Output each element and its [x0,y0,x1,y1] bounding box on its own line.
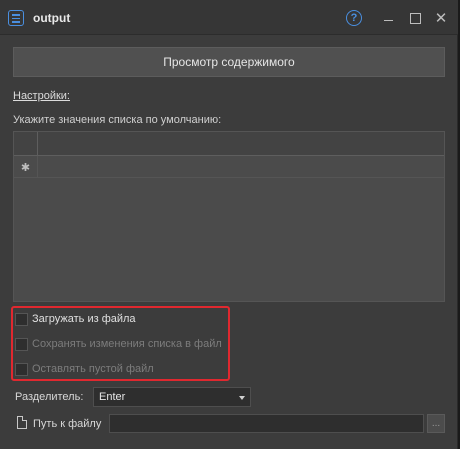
list-header [14,132,444,156]
list-header-corner [14,132,38,156]
browse-button[interactable]: ... [427,414,445,433]
title-bar[interactable]: output ? ✕ [0,0,458,35]
checkbox-box[interactable] [15,312,28,326]
checkbox-box [15,337,28,351]
checkbox-label: Оставлять пустой файл [32,363,154,375]
default-values-label: Укажите значения списка по умолчанию: [13,114,222,126]
file-path-label: Путь к файлу [33,418,102,430]
settings-link[interactable]: Настройки: [13,90,70,102]
checkbox-box [15,362,28,376]
list-new-row[interactable]: ✱ [14,156,444,178]
preview-content-button[interactable]: Просмотр содержимого [13,47,445,77]
file-icon [17,416,27,429]
load-from-file-checkbox[interactable]: Загружать из файла [15,310,136,328]
minimize-button[interactable] [379,9,397,27]
separator-label: Разделитель: [15,391,84,403]
new-row-asterisk-icon: ✱ [14,156,38,178]
checkbox-label: Загружать из файла [32,313,136,325]
list-app-icon [8,10,24,26]
chevron-down-icon [239,396,245,400]
save-list-changes-checkbox: Сохранять изменения списка в файл [15,335,222,353]
help-icon[interactable]: ? [346,10,362,26]
close-button[interactable]: ✕ [432,9,450,27]
checkbox-label: Сохранять изменения списка в файл [32,338,222,350]
file-path-input[interactable] [109,414,424,433]
separator-select[interactable]: Enter [93,387,251,407]
output-dialog: output ? ✕ Просмотр содержимого Настройк… [0,0,458,449]
separator-value: Enter [99,391,126,403]
keep-empty-file-checkbox: Оставлять пустой файл [15,360,154,378]
default-values-list[interactable]: ✱ [13,131,445,302]
maximize-button[interactable] [406,9,424,27]
window-title: output [33,11,71,25]
